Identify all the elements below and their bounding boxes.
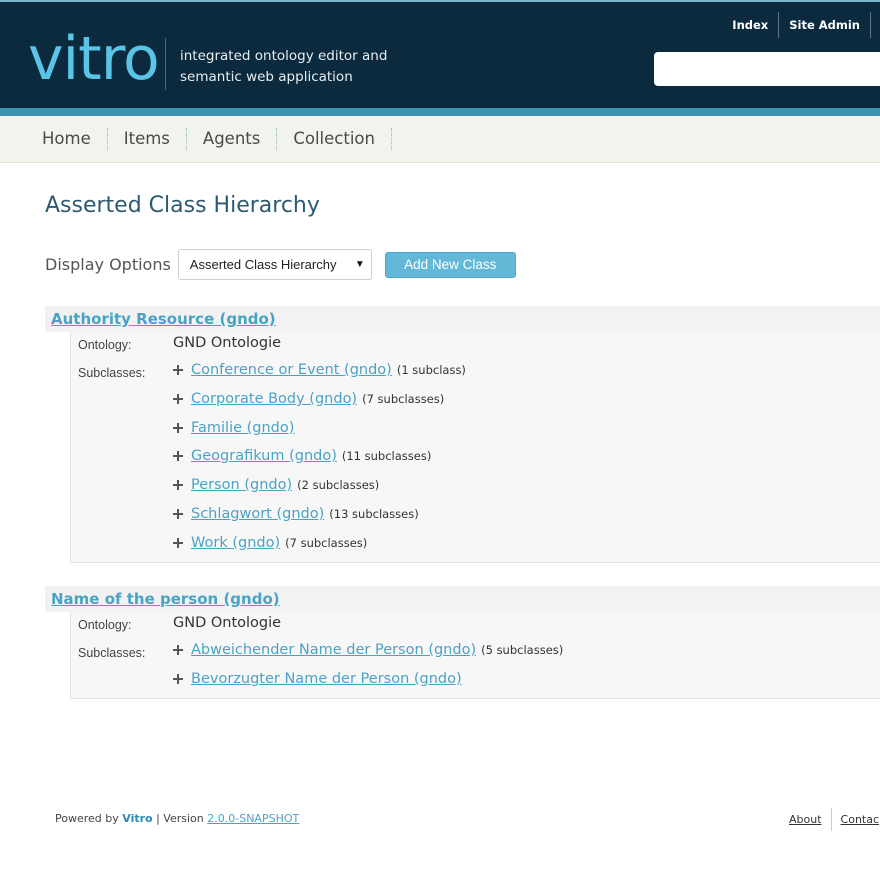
display-options-row: Display Options Asserted Class Hierarchy… bbox=[45, 248, 516, 281]
class-details: Ontology: GND Ontologie Subclasses: Conf… bbox=[70, 332, 880, 563]
footer-links: About Contac bbox=[789, 808, 880, 831]
about-link[interactable]: About bbox=[789, 810, 831, 829]
subclass-item: Conference or Event (gndo) (1 subclass) bbox=[173, 362, 466, 378]
class-details: Ontology: GND Ontologie Subclasses: Abwe… bbox=[70, 612, 880, 699]
search-input[interactable] bbox=[654, 52, 880, 86]
subclass-item: Schlagwort (gndo) (13 subclasses) bbox=[173, 506, 419, 522]
expand-plus-icon[interactable] bbox=[173, 645, 183, 655]
subclasses-label: Subclasses: bbox=[78, 366, 146, 380]
chevron-down-icon: ▼ bbox=[354, 259, 365, 270]
site-admin-link[interactable]: Site Admin bbox=[779, 18, 870, 32]
ontology-value: GND Ontologie bbox=[173, 615, 282, 631]
subclass-link[interactable]: Conference or Event (gndo) bbox=[191, 362, 392, 378]
subclass-link[interactable]: Abweichender Name der Person (gndo) bbox=[191, 642, 476, 658]
site-header: vitro integrated ontology editor and sem… bbox=[0, 0, 880, 108]
tagline-line-2: semantic web application bbox=[180, 69, 353, 85]
nav-item-home[interactable]: Home bbox=[26, 128, 108, 150]
powered-by-text: Powered by bbox=[55, 812, 119, 825]
expand-plus-icon[interactable] bbox=[173, 394, 183, 404]
class-block: Name of the person (gndo) Ontology: GND … bbox=[45, 586, 880, 699]
nav-item-collection[interactable]: Collection bbox=[277, 128, 392, 150]
ontology-value: GND Ontologie bbox=[173, 335, 282, 351]
subclass-count: (11 subclasses) bbox=[341, 449, 432, 463]
expand-plus-icon[interactable] bbox=[173, 509, 183, 519]
subclass-link[interactable]: Corporate Body (gndo) bbox=[191, 391, 357, 407]
subclass-link[interactable]: Work (gndo) bbox=[191, 535, 280, 551]
subclass-item: Work (gndo) (7 subclasses) bbox=[173, 535, 367, 551]
subclass-item: Familie (gndo) bbox=[173, 420, 299, 436]
footer-credits: Powered by Vitro | Version 2.0.0-SNAPSHO… bbox=[55, 812, 299, 825]
expand-plus-icon[interactable] bbox=[173, 538, 183, 548]
footer-separator bbox=[830, 808, 832, 831]
ontology-label: Ontology: bbox=[78, 618, 132, 632]
subclass-count: (1 subclass) bbox=[396, 363, 466, 377]
expand-plus-icon[interactable] bbox=[173, 365, 183, 375]
class-title-link[interactable]: Name of the person (gndo) bbox=[51, 590, 280, 608]
header-stripe bbox=[0, 108, 880, 116]
subclass-link[interactable]: Geografikum (gndo) bbox=[191, 448, 337, 464]
tagline: integrated ontology editor and semantic … bbox=[180, 46, 387, 88]
ontology-label: Ontology: bbox=[78, 338, 132, 352]
display-options-value: Asserted Class Hierarchy bbox=[189, 257, 337, 272]
subclass-count: (13 subclasses) bbox=[329, 507, 419, 521]
class-block: Authority Resource (gndo) Ontology: GND … bbox=[45, 306, 880, 563]
subclass-item: Abweichender Name der Person (gndo) (5 s… bbox=[173, 642, 563, 658]
expand-plus-icon[interactable] bbox=[173, 480, 183, 490]
subclass-item: Bevorzugter Name der Person (gndo) bbox=[173, 671, 467, 687]
display-options-select[interactable]: Asserted Class Hierarchy ▼ bbox=[177, 249, 372, 280]
contact-link[interactable]: Contac bbox=[841, 810, 880, 829]
subclasses-label: Subclasses: bbox=[78, 646, 146, 660]
version-link[interactable]: 2.0.0-SNAPSHOT bbox=[207, 812, 299, 825]
tagline-line-1: integrated ontology editor and bbox=[180, 48, 388, 64]
page-title: Asserted Class Hierarchy bbox=[45, 193, 320, 218]
vitro-logo[interactable]: vitro bbox=[28, 24, 160, 94]
vitro-brand-link[interactable]: Vitro bbox=[122, 812, 152, 825]
nav-item-agents[interactable]: Agents bbox=[187, 128, 278, 150]
subclass-item: Person (gndo) (2 subclasses) bbox=[173, 477, 379, 493]
subclass-link[interactable]: Familie (gndo) bbox=[191, 420, 294, 436]
ontology-row: Ontology: GND Ontologie bbox=[71, 332, 880, 361]
display-options-label: Display Options bbox=[45, 255, 171, 274]
subclass-link[interactable]: Schlagwort (gndo) bbox=[191, 506, 324, 522]
add-new-class-button[interactable]: Add New Class bbox=[384, 251, 516, 278]
logo-divider bbox=[165, 38, 166, 90]
version-label: | Version bbox=[156, 812, 204, 825]
subclass-link[interactable]: Person (gndo) bbox=[191, 477, 292, 493]
subclass-count: (7 subclasses) bbox=[362, 392, 445, 406]
utility-links: Index Site Admin bbox=[722, 12, 880, 38]
expand-plus-icon[interactable] bbox=[173, 674, 183, 684]
class-header: Authority Resource (gndo) bbox=[45, 306, 880, 332]
utility-separator bbox=[870, 12, 871, 38]
primary-nav: Home Items Agents Collection bbox=[0, 116, 880, 163]
subclass-count: (7 subclasses) bbox=[285, 536, 368, 550]
class-header: Name of the person (gndo) bbox=[45, 586, 880, 612]
class-title-link[interactable]: Authority Resource (gndo) bbox=[51, 310, 276, 328]
subclass-count: (5 subclasses) bbox=[481, 643, 564, 657]
subclass-link[interactable]: Bevorzugter Name der Person (gndo) bbox=[191, 671, 462, 687]
subclass-count: (2 subclasses) bbox=[297, 478, 380, 492]
expand-plus-icon[interactable] bbox=[173, 423, 183, 433]
ontology-row: Ontology: GND Ontologie bbox=[71, 612, 880, 641]
nav-item-items[interactable]: Items bbox=[108, 128, 187, 150]
subclass-item: Geografikum (gndo) (11 subclasses) bbox=[173, 448, 431, 464]
expand-plus-icon[interactable] bbox=[173, 451, 183, 461]
index-link[interactable]: Index bbox=[722, 18, 778, 32]
subclass-item: Corporate Body (gndo) (7 subclasses) bbox=[173, 391, 444, 407]
